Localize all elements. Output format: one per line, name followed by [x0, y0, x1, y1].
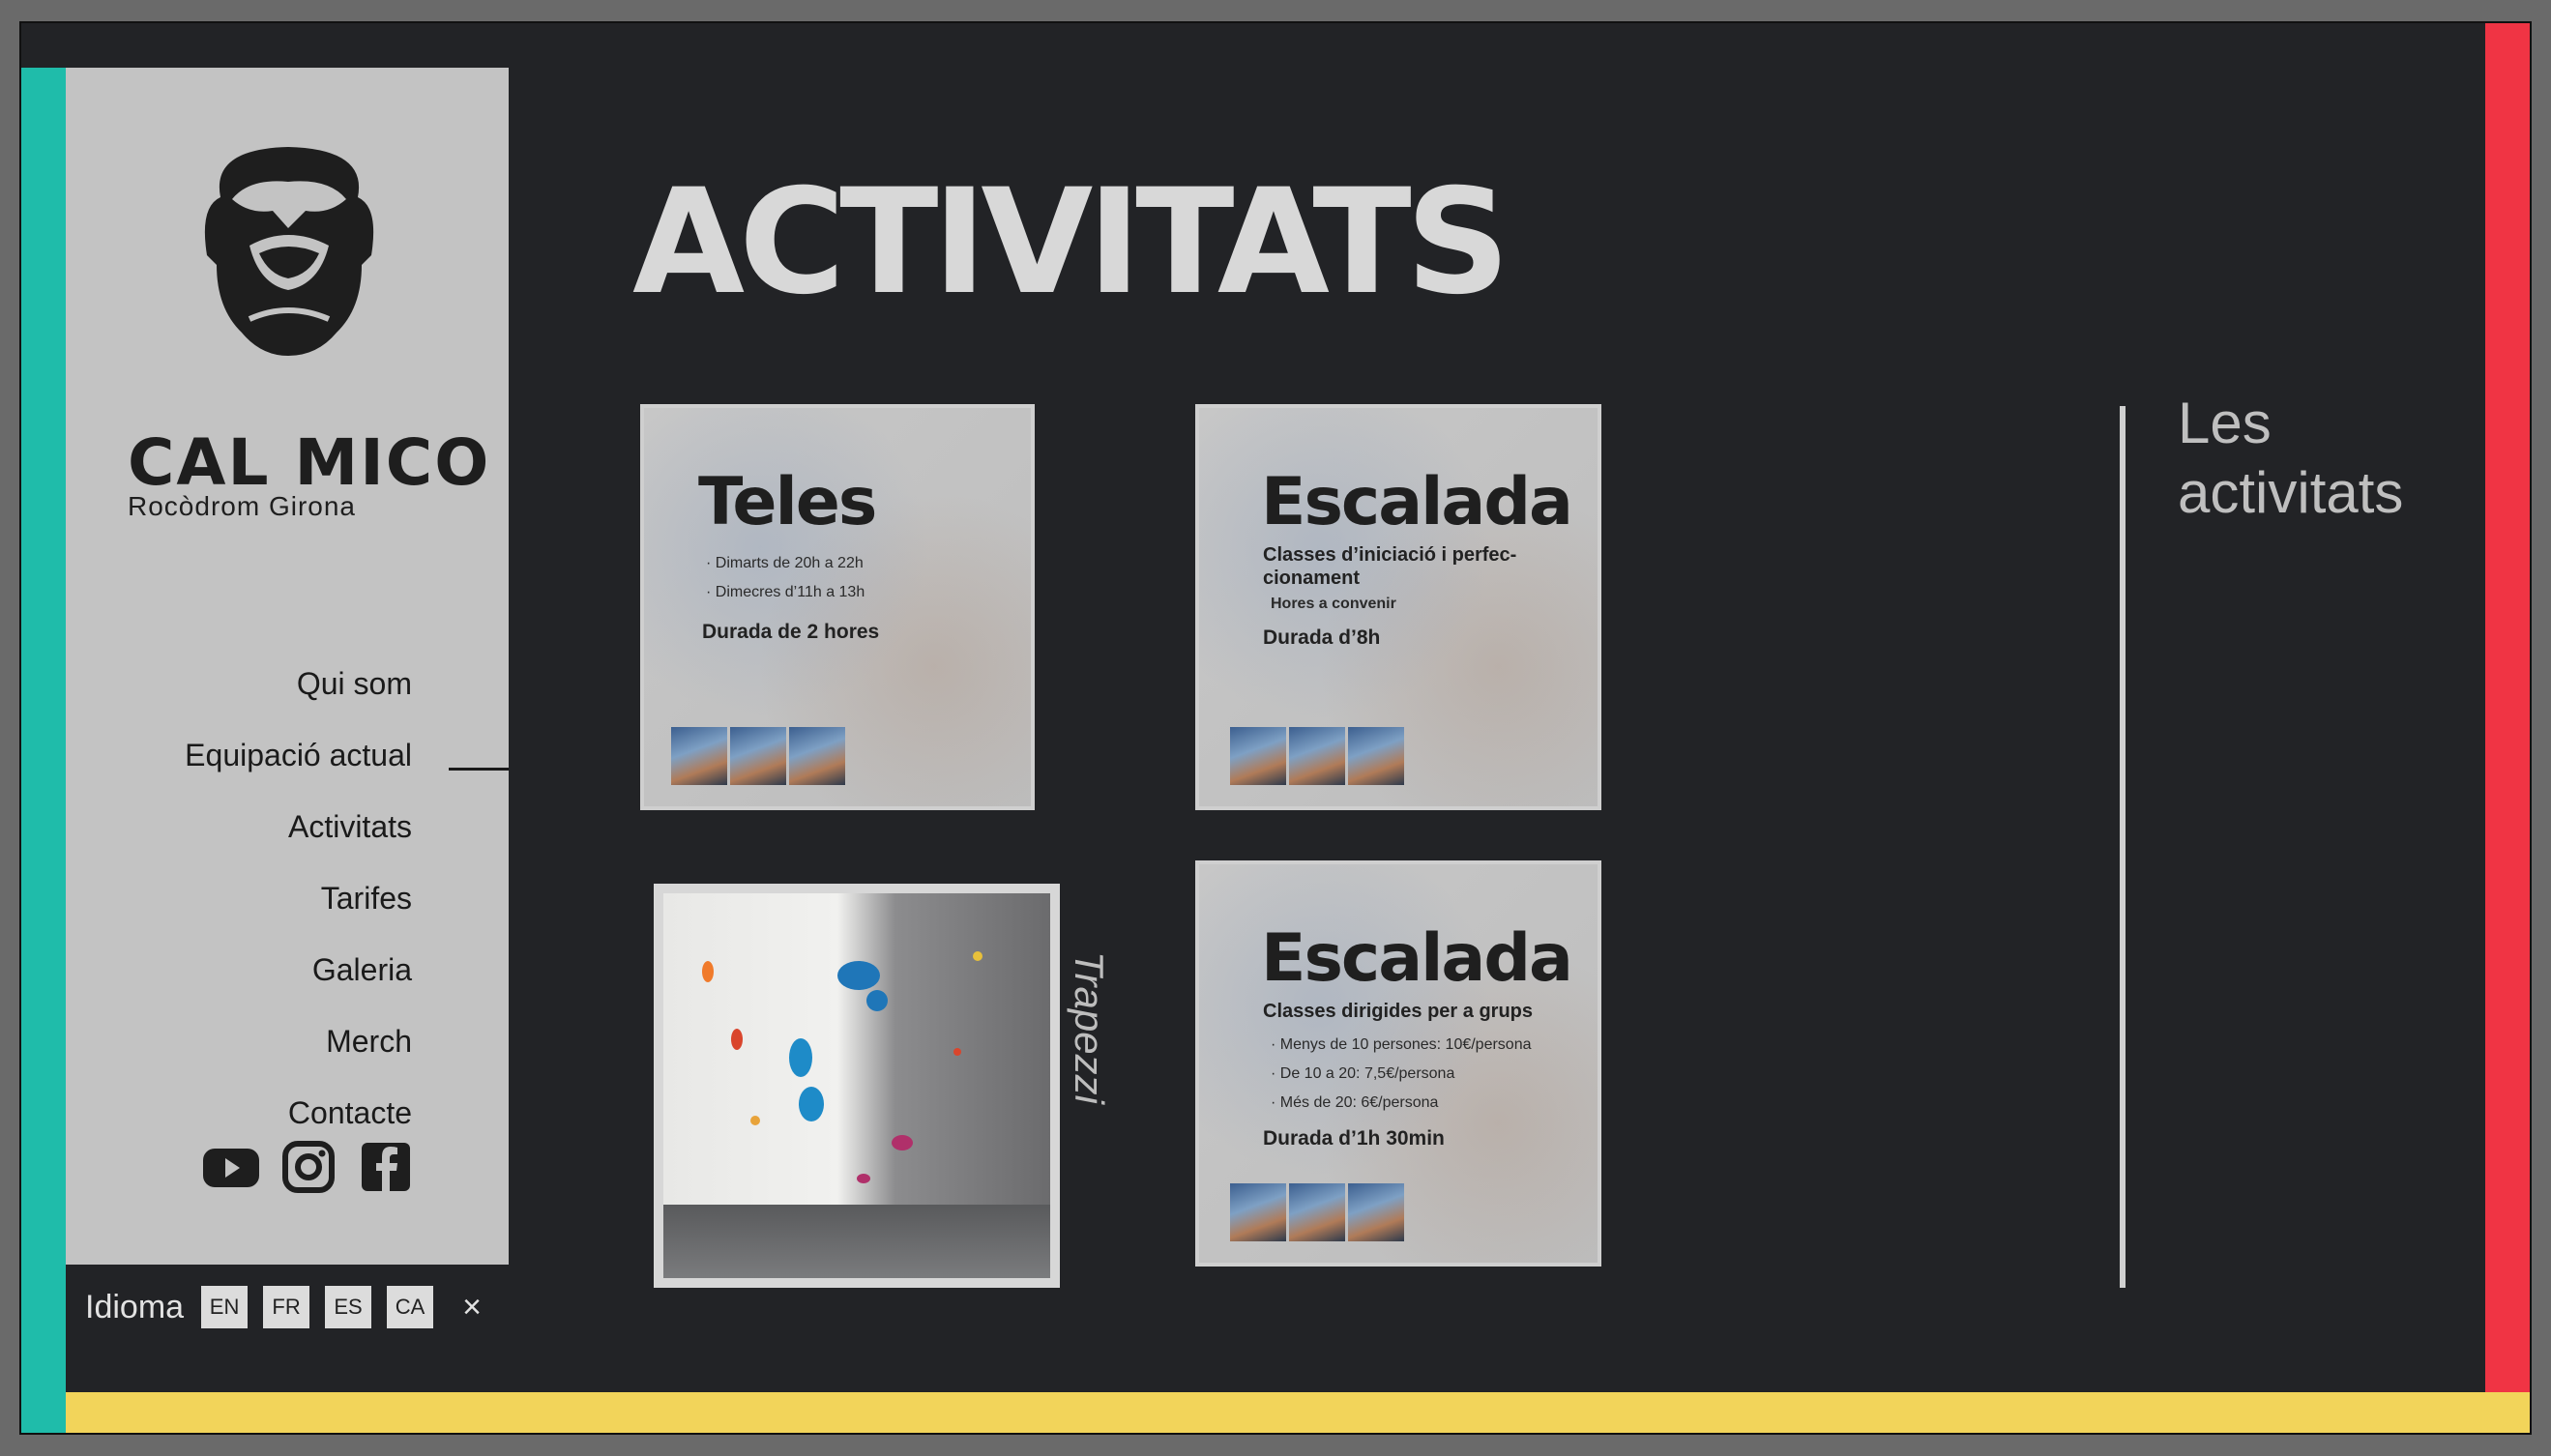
price-line: · De 10 a 20: 7,5€/persona [1271, 1065, 1455, 1082]
nav-item-merch[interactable]: Merch [185, 1005, 412, 1077]
price-line: · Menys de 10 persones: 10€/persona [1271, 1036, 1532, 1053]
floor [663, 1205, 1050, 1278]
climbing-hold [973, 951, 982, 961]
card-title: Escalada [1261, 920, 1573, 997]
thumbnail-image [1230, 727, 1286, 785]
language-selector: Idioma EN FR ES CA × [85, 1286, 482, 1328]
language-label: Idioma [85, 1288, 185, 1325]
nav-item-equipacio-actual[interactable]: Equipació actual [185, 719, 412, 791]
thumbnail-strip [1230, 727, 1404, 785]
social-links [201, 1141, 416, 1193]
trapezzi-label: Trapezzi [1067, 951, 1112, 1104]
active-nav-indicator [449, 768, 509, 771]
thumbnail-image [671, 727, 727, 785]
thumbnail-image [1230, 1183, 1286, 1241]
yellow-accent-bar [66, 1392, 2530, 1433]
activity-card-trapezzi[interactable] [654, 884, 1060, 1288]
thumbnail-image [789, 727, 845, 785]
activity-card-teles[interactable]: Teles · Dimarts de 20h a 22h · Dimecres … [640, 404, 1035, 810]
schedule-line: · Dimecres d’11h a 13h [706, 584, 865, 600]
nav-item-activitats[interactable]: Activitats [185, 791, 412, 862]
thumbnail-image [730, 727, 786, 785]
climbing-hold [953, 1048, 961, 1056]
climbing-hold [799, 1087, 824, 1121]
lang-button-en[interactable]: EN [201, 1286, 249, 1328]
hours-note: Hores a convenir [1271, 596, 1396, 612]
app-frame: CAL MICO Rocòdrom Girona Qui som Equipac… [19, 21, 2532, 1435]
duration-text: Durada d’8h [1263, 626, 1381, 649]
brand-subtitle: Rocòdrom Girona [128, 491, 356, 521]
brand-name: CAL MICO [128, 425, 491, 500]
facebook-icon[interactable] [356, 1141, 416, 1193]
main-nav: Qui som Equipació actual Activitats Tari… [185, 648, 412, 1149]
climbing-hold [731, 1029, 743, 1050]
climbing-wall-photo [663, 893, 1050, 1278]
card-title: Teles [698, 464, 877, 540]
instagram-icon[interactable] [279, 1141, 338, 1193]
teal-accent-bar [21, 68, 66, 1433]
gorilla-logo-icon[interactable] [191, 139, 387, 364]
card-subtitle: Classes dirigides per a grups [1263, 1001, 1533, 1022]
climbing-hold [789, 1038, 812, 1077]
close-icon[interactable]: × [462, 1289, 482, 1326]
youtube-icon[interactable] [201, 1141, 261, 1193]
thumbnail-strip [671, 727, 845, 785]
climbing-hold [857, 1174, 870, 1183]
climbing-hold [837, 961, 880, 990]
red-accent-bar [2485, 23, 2530, 1400]
activity-card-escalada-classes[interactable]: Escalada Classes d’iniciació i perfec- c… [1195, 404, 1601, 810]
lang-button-ca[interactable]: CA [387, 1286, 434, 1328]
lang-button-fr[interactable]: FR [263, 1286, 310, 1328]
thumbnail-image [1348, 1183, 1404, 1241]
climbing-hold [866, 990, 888, 1011]
schedule-line: · Dimarts de 20h a 22h [706, 555, 864, 571]
section-divider [2120, 406, 2126, 1288]
duration-text: Durada de 2 hores [702, 621, 880, 643]
nav-item-galeria[interactable]: Galeria [185, 934, 412, 1005]
duration-text: Durada d’1h 30min [1263, 1127, 1445, 1150]
card-title: Escalada [1261, 464, 1573, 540]
page-title: ACTIVITATS [632, 159, 1510, 327]
card-subtitle: Classes d’iniciació i perfec- cionament [1263, 544, 1517, 589]
nav-item-tarifes[interactable]: Tarifes [185, 862, 412, 934]
thumbnail-strip [1230, 1183, 1404, 1241]
climbing-hold [702, 961, 714, 982]
activity-card-escalada-grups[interactable]: Escalada Classes dirigides per a grups ·… [1195, 860, 1601, 1267]
climbing-hold [892, 1135, 913, 1150]
climbing-hold [750, 1116, 760, 1125]
thumbnail-image [1289, 1183, 1345, 1241]
thumbnail-image [1289, 727, 1345, 785]
sidebar: CAL MICO Rocòdrom Girona Qui som Equipac… [66, 68, 509, 1265]
nav-item-contacte[interactable]: Contacte [185, 1077, 412, 1149]
price-line: · Més de 20: 6€/persona [1271, 1094, 1439, 1111]
nav-item-qui-som[interactable]: Qui som [185, 648, 412, 719]
aside-heading: Les activitats [2178, 391, 2404, 525]
thumbnail-image [1348, 727, 1404, 785]
lang-button-es[interactable]: ES [325, 1286, 372, 1328]
